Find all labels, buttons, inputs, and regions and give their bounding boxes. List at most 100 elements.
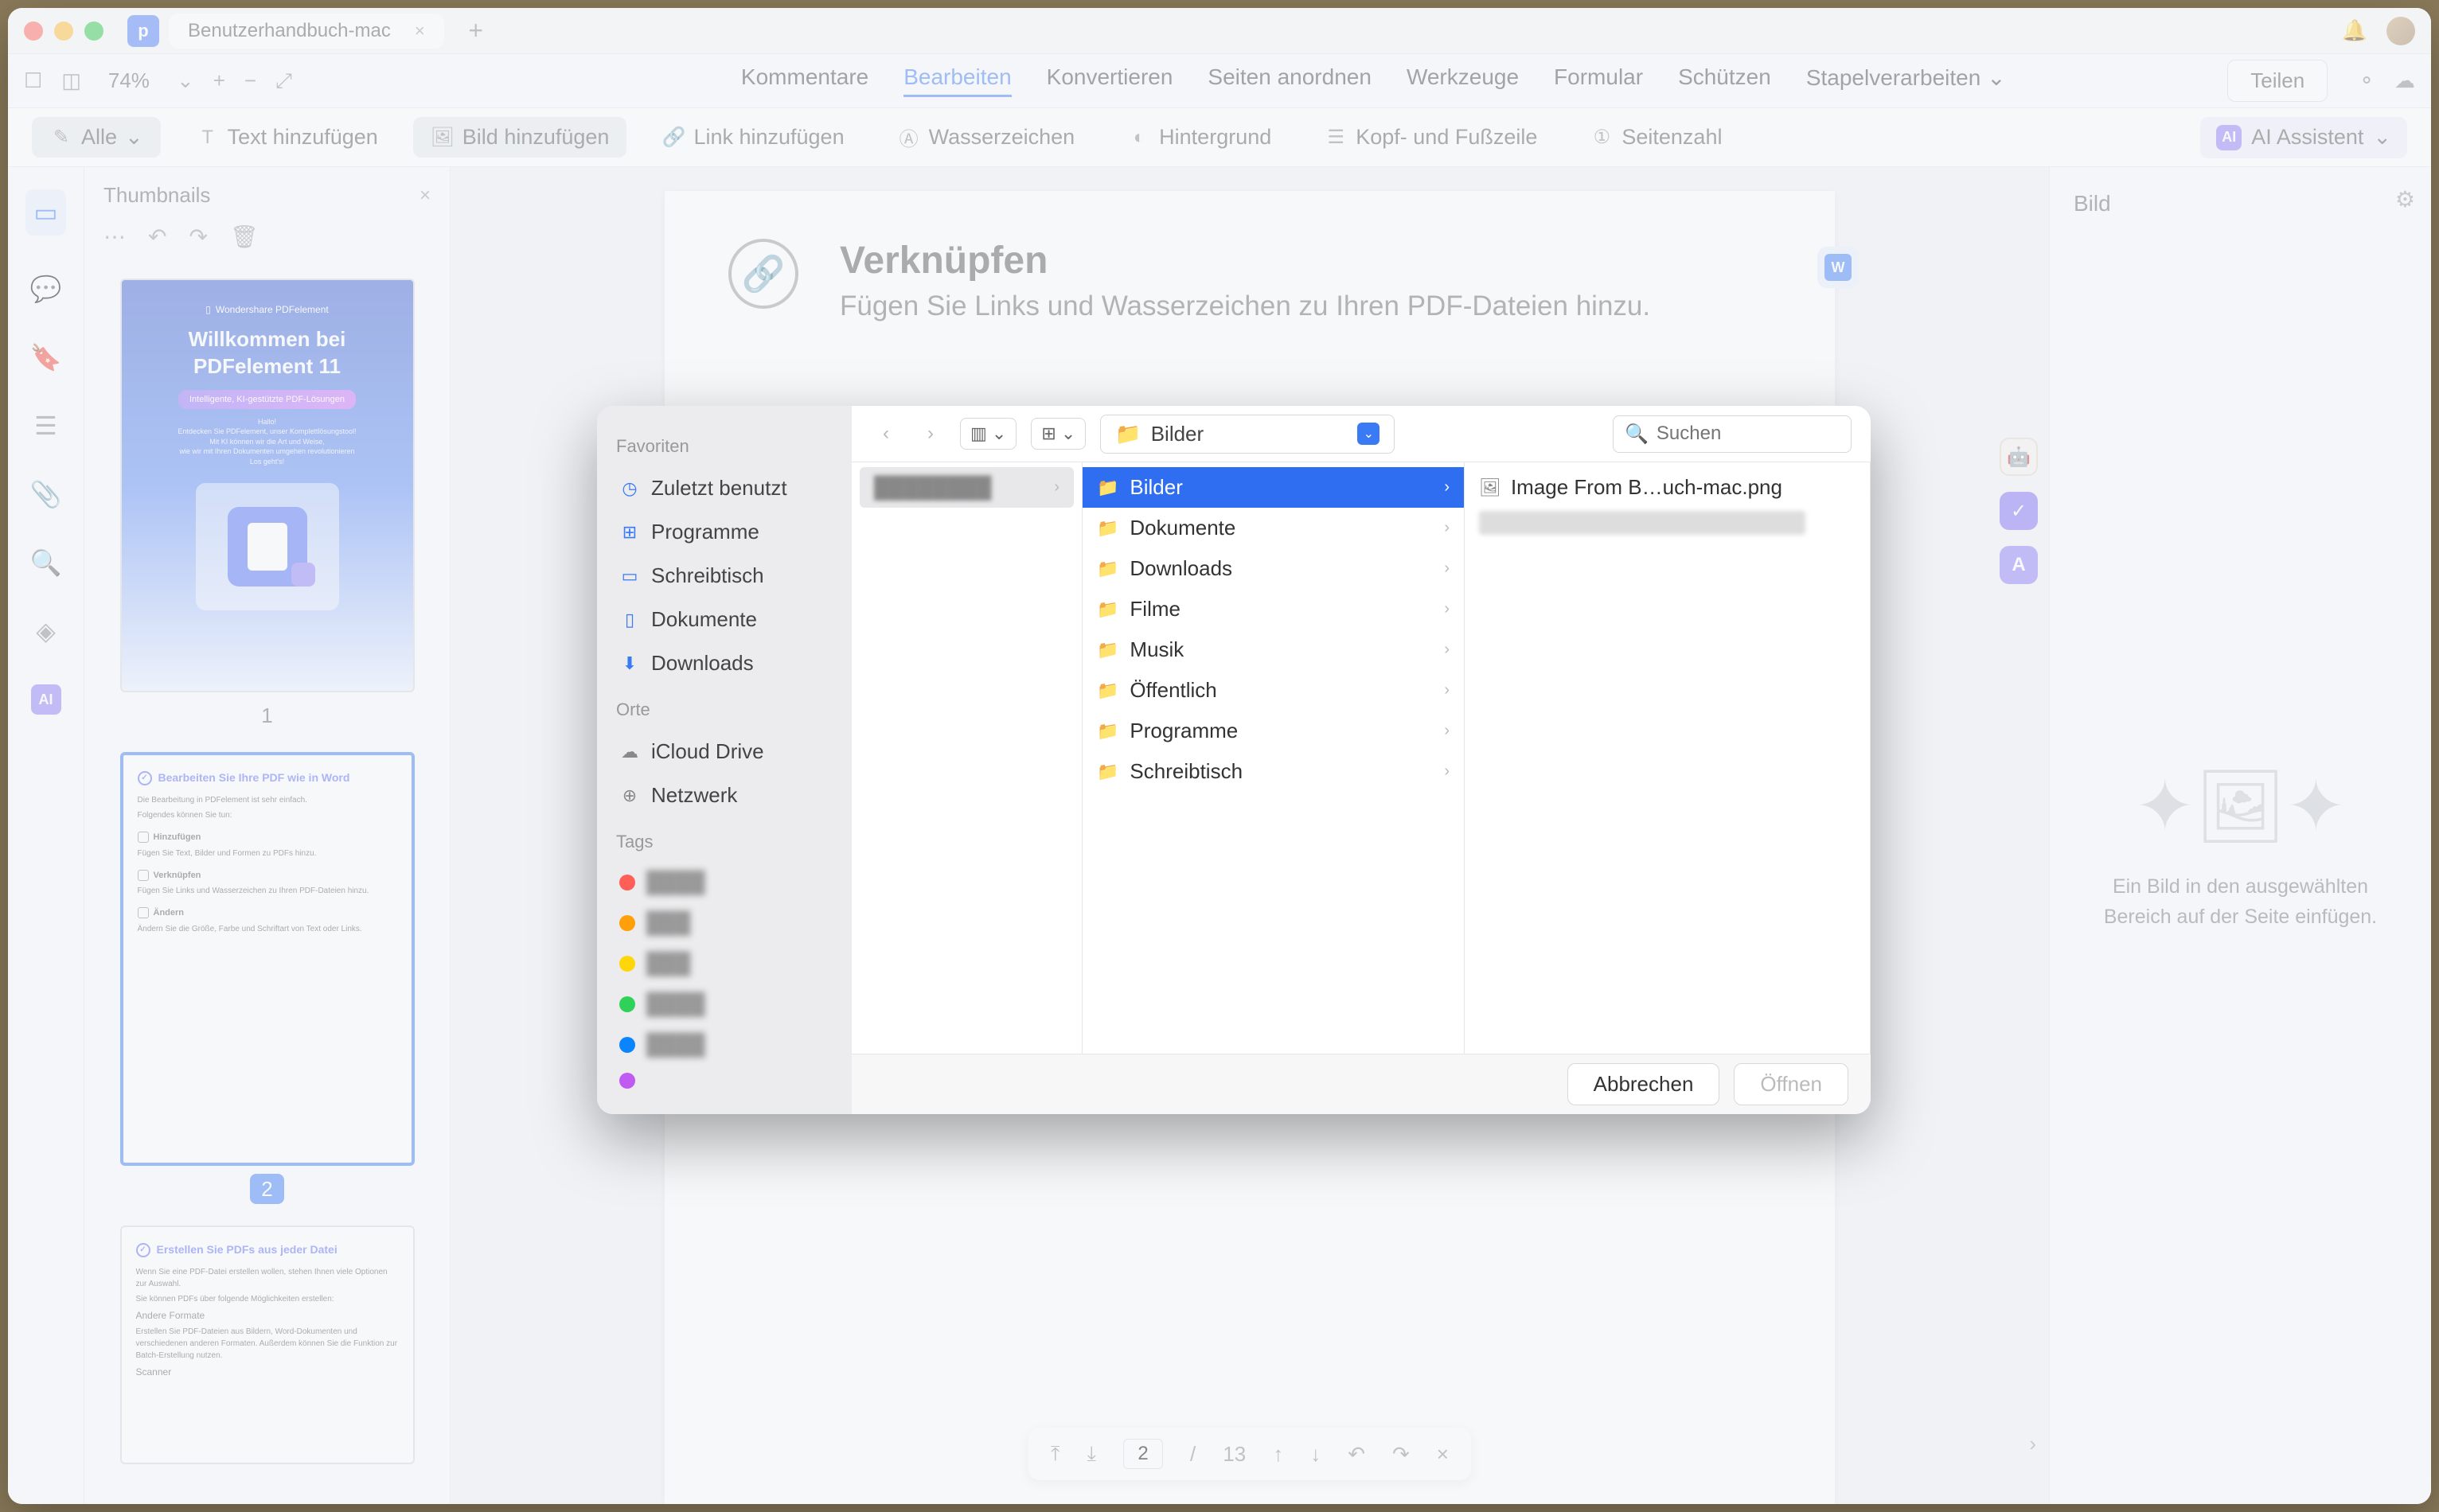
folder-dokumente[interactable]: 📁Dokumente› xyxy=(1083,508,1464,548)
settings-icon[interactable]: ⚙ xyxy=(2395,186,2415,212)
menu-werkzeuge[interactable]: Werkzeuge xyxy=(1407,64,1519,97)
sidebar-downloads[interactable]: ⬇Downloads xyxy=(611,645,837,682)
ai-float-icon[interactable]: A xyxy=(2000,546,2038,584)
sidebar-network[interactable]: ⊕Netzwerk xyxy=(611,777,837,814)
thumbnail-page-1[interactable]: ▯Wondershare PDFelement Willkommen beiPD… xyxy=(120,279,415,728)
tag-green[interactable]: ████ xyxy=(611,987,837,1021)
sidebar-apps[interactable]: ⊞Programme xyxy=(611,513,837,551)
folder-bilder[interactable]: 📁Bilder› xyxy=(1083,467,1464,508)
next-page-icon[interactable]: ↓ xyxy=(1310,1442,1321,1467)
redacted-file[interactable] xyxy=(1479,511,1805,535)
folder-downloads[interactable]: 📁Downloads› xyxy=(1083,548,1464,589)
folder-programme[interactable]: 📁Programme› xyxy=(1083,711,1464,751)
rotate-right-icon[interactable]: ↷ xyxy=(189,224,207,250)
close-tab-icon[interactable]: × xyxy=(415,21,425,41)
watermark-button[interactable]: ⒶWasserzeichen xyxy=(880,117,1093,158)
undo-icon[interactable]: ↶ xyxy=(1348,1442,1365,1467)
dialog-main: ‹ › ▥ ⌄ ⊞ ⌄ 📁 Bilder ⌄ 🔍 ████████› xyxy=(852,406,1871,1114)
close-window-icon[interactable] xyxy=(24,21,43,41)
path-dropdown[interactable]: 📁 Bilder ⌄ xyxy=(1100,415,1395,454)
fit-icon[interactable]: ⤢ xyxy=(275,68,292,94)
menu-seiten-anordnen[interactable]: Seiten anordnen xyxy=(1208,64,1372,97)
open-button[interactable]: Öffnen xyxy=(1734,1063,1848,1105)
delete-icon[interactable]: 🗑 xyxy=(230,224,259,250)
file-open-dialog: Favoriten ◷Zuletzt benutzt ⊞Programme ▭S… xyxy=(597,406,1871,1114)
tag-orange[interactable]: ███ xyxy=(611,906,837,940)
alle-dropdown[interactable]: ✎ Alle ⌄ xyxy=(32,117,161,158)
minimize-window-icon[interactable] xyxy=(54,21,73,41)
share-button[interactable]: Teilen xyxy=(2227,60,2328,102)
menu-bearbeiten[interactable]: Bearbeiten xyxy=(903,64,1011,97)
menu-konvertieren[interactable]: Konvertieren xyxy=(1047,64,1173,97)
rotate-left-icon[interactable]: ↶ xyxy=(148,224,166,250)
close-panel-icon[interactable]: × xyxy=(420,185,431,207)
zoom-out-icon[interactable]: − xyxy=(244,68,256,93)
search-tab-icon[interactable]: 🔍 xyxy=(30,548,62,578)
zoom-level[interactable]: 74% xyxy=(108,68,150,93)
thumbnails-tab-icon[interactable]: ▭ xyxy=(25,189,65,236)
more-icon[interactable]: ⋯ xyxy=(103,224,126,250)
file-item[interactable]: 🖼Image From B…uch-mac.png xyxy=(1465,467,1870,508)
folder-musik[interactable]: 📁Musik› xyxy=(1083,629,1464,670)
attachments-tab-icon[interactable]: 📎 xyxy=(30,479,62,509)
folder-filme[interactable]: 📁Filme› xyxy=(1083,589,1464,629)
sidebar-icloud[interactable]: ☁iCloud Drive xyxy=(611,733,837,770)
search-field[interactable]: 🔍 xyxy=(1613,415,1852,453)
menu-kommentare[interactable]: Kommentare xyxy=(741,64,868,97)
check-tool-icon[interactable]: ✓ xyxy=(2000,492,2038,530)
view-grid-button[interactable]: ⊞ ⌄ xyxy=(1031,418,1086,450)
menu-formular[interactable]: Formular xyxy=(1554,64,1643,97)
close-bar-icon[interactable]: × xyxy=(1437,1442,1449,1467)
new-tab-button[interactable]: + xyxy=(460,16,492,45)
header-footer-button[interactable]: ☰Kopf- und Fußzeile xyxy=(1306,117,1555,158)
cancel-button[interactable]: Abbrechen xyxy=(1567,1063,1720,1105)
menu-schuetzen[interactable]: Schützen xyxy=(1678,64,1771,97)
search-input[interactable] xyxy=(1657,423,1871,445)
forward-icon[interactable]: › xyxy=(915,419,946,449)
user-avatar[interactable] xyxy=(2386,17,2415,45)
sidebar-toggle-icon[interactable]: ☐ xyxy=(24,68,42,93)
expand-right-icon[interactable]: › xyxy=(2029,1432,2036,1456)
sidebar-documents[interactable]: ▯Dokumente xyxy=(611,601,837,638)
menu-stapel[interactable]: Stapelverarbeiten ⌄ xyxy=(1806,64,2006,97)
document-tab[interactable]: Benutzerhandbuch-mac × xyxy=(169,14,444,49)
link-add-button[interactable]: 🔗Link hinzufügen xyxy=(644,117,861,158)
text-add-button[interactable]: TText hinzufügen xyxy=(178,117,396,158)
tag-red[interactable]: ████ xyxy=(611,865,837,899)
bookmarks-tab-icon[interactable]: 🔖 xyxy=(30,342,62,372)
col1-selected-item[interactable]: ████████› xyxy=(860,467,1074,508)
cloud-upload-icon[interactable]: ☁ xyxy=(2394,68,2415,93)
tag-blue[interactable]: ████ xyxy=(611,1027,837,1062)
page-input[interactable] xyxy=(1123,1439,1163,1469)
stack-tab-icon[interactable]: ◈ xyxy=(36,616,56,646)
thumbnail-page-2[interactable]: ✓Bearbeiten Sie Ihre PDF wie in Word Die… xyxy=(120,752,415,1202)
share-network-icon[interactable]: ⚬ xyxy=(2358,68,2375,93)
ai-robot-icon[interactable]: 🤖 xyxy=(2000,438,2038,476)
word-export-badge[interactable]: W xyxy=(1817,247,1859,288)
tag-purple[interactable] xyxy=(611,1068,837,1093)
zoom-dropdown-icon[interactable]: ⌄ xyxy=(177,68,194,93)
sidebar-desktop[interactable]: ▭Schreibtisch xyxy=(611,557,837,594)
ai-tab-icon[interactable]: AI xyxy=(31,684,61,715)
fullscreen-window-icon[interactable] xyxy=(84,21,103,41)
folder-oeffentlich[interactable]: 📁Öffentlich› xyxy=(1083,670,1464,711)
first-page-icon[interactable]: ⤒ xyxy=(1051,1441,1060,1467)
layers-tab-icon[interactable]: ☰ xyxy=(34,411,57,441)
zoom-in-icon[interactable]: + xyxy=(213,68,225,93)
image-add-button[interactable]: 🖼Bild hinzufügen xyxy=(413,117,627,158)
back-icon[interactable]: ‹ xyxy=(871,419,901,449)
panel-toggle-icon[interactable]: ◫ xyxy=(61,68,81,93)
thumbnail-page-3[interactable]: ✓Erstellen Sie PDFs aus jeder Datei Wenn… xyxy=(120,1226,415,1464)
ai-assistant-button[interactable]: AI AI Assistent ⌄ xyxy=(2200,117,2407,158)
notifications-icon[interactable]: 🔔 xyxy=(2342,18,2367,43)
sidebar-recent[interactable]: ◷Zuletzt benutzt xyxy=(611,470,837,507)
last-page-icon[interactable]: ⤓ xyxy=(1087,1441,1097,1467)
tag-yellow[interactable]: ███ xyxy=(611,946,837,980)
redo-icon[interactable]: ↷ xyxy=(1392,1442,1410,1467)
folder-schreibtisch[interactable]: 📁Schreibtisch› xyxy=(1083,751,1464,792)
prev-page-icon[interactable]: ↑ xyxy=(1273,1442,1283,1467)
page-number-button[interactable]: ①Seitenzahl xyxy=(1572,117,1739,158)
view-columns-button[interactable]: ▥ ⌄ xyxy=(960,418,1017,450)
comments-tab-icon[interactable]: 💬 xyxy=(30,274,62,304)
background-button[interactable]: ◐Hintergrund xyxy=(1110,117,1289,158)
